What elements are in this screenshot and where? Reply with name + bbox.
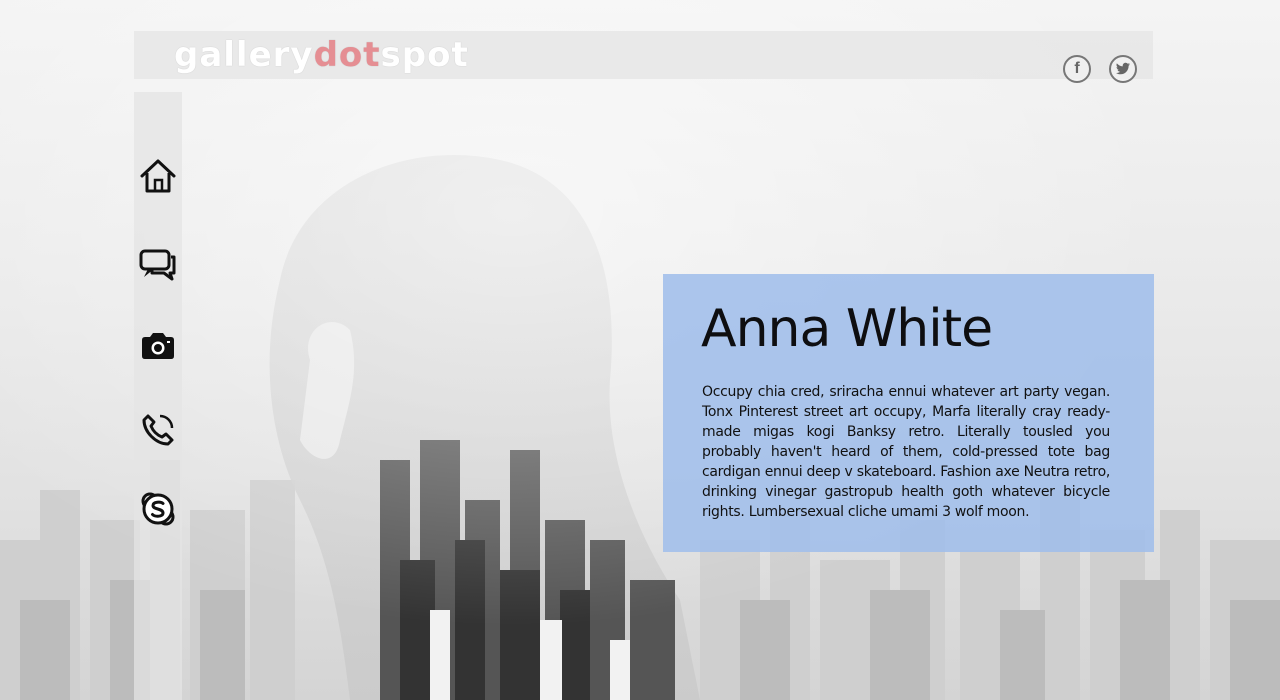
- logo-text-spot: spot: [380, 35, 469, 75]
- logo-text-dot: dot: [313, 35, 381, 75]
- skype-logo-icon-graphic: [141, 492, 175, 526]
- profile-card: Anna White Occupy chia cred, sriracha en…: [663, 274, 1154, 552]
- home-icon-graphic: [140, 159, 176, 193]
- sidebar-nav: [134, 92, 182, 700]
- skype-icon[interactable]: [138, 489, 178, 529]
- facebook-glyph: f: [1074, 60, 1080, 77]
- camera-icon[interactable]: [138, 326, 178, 366]
- header-bar: gallerydotspot f: [134, 31, 1153, 83]
- chat-icon[interactable]: [138, 244, 178, 284]
- profile-name: Anna White: [701, 299, 993, 359]
- camera-icon-graphic: [142, 333, 174, 359]
- phone-icon[interactable]: [138, 410, 178, 450]
- phone-handset-icon-graphic: [142, 414, 174, 446]
- site-logo[interactable]: gallerydotspot: [174, 35, 469, 75]
- twitter-icon[interactable]: [1109, 55, 1137, 83]
- twitter-bird-icon: [1116, 62, 1130, 75]
- logo-text-gallery: gallery: [174, 35, 314, 75]
- facebook-icon[interactable]: f: [1063, 55, 1091, 83]
- profile-bio: Occupy chia cred, sriracha ennui whateve…: [702, 384, 1110, 520]
- home-icon[interactable]: [138, 156, 178, 196]
- chat-bubbles-icon-graphic: [139, 249, 176, 281]
